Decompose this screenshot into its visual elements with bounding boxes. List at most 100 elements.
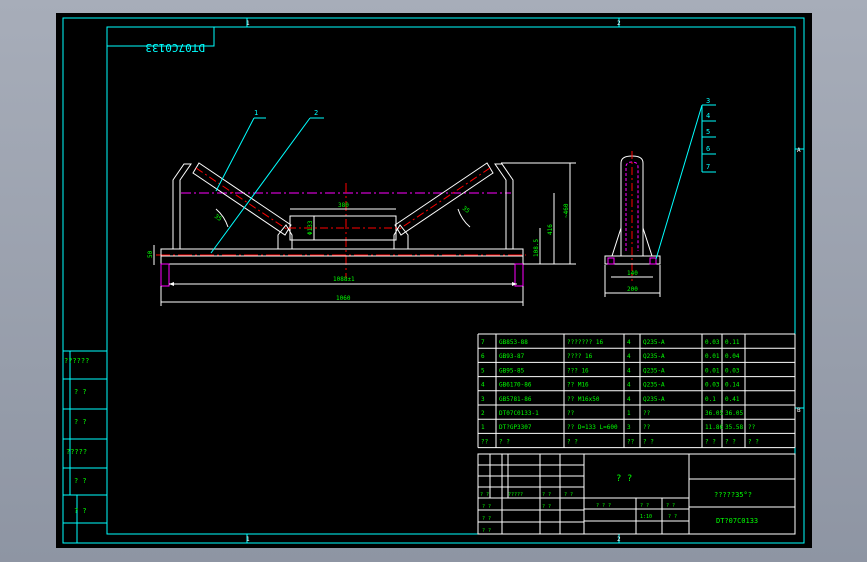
table-cell-name: ?? M16 <box>567 382 589 389</box>
left-bracket <box>172 163 192 249</box>
table-cell-no: 6 <box>481 353 485 360</box>
leader-3 <box>655 104 703 260</box>
table-cell-code: GB6170-86 <box>499 382 532 389</box>
table-cell-no: 5 <box>481 367 485 374</box>
balloon-7: 7 <box>706 163 710 171</box>
table-cell-name: ?? D=133 L=600 <box>567 424 618 431</box>
right-bracket <box>494 163 514 249</box>
drawing-canvas: 1 2 1 2 A B DT07C0133 ?????? ? ? ? ? ???… <box>62 17 805 544</box>
angle-text-right: 35 <box>461 205 471 215</box>
table-cell-total_wt: 0.03 <box>725 367 740 374</box>
table-cell-material: Q235-A <box>643 367 665 374</box>
table-cell-no: 2 <box>481 410 485 417</box>
table-cell-unit_wt: 36.05 <box>705 410 723 417</box>
table-cell-qty: 4 <box>627 382 631 389</box>
dim-text-side-inner: 140 <box>627 270 638 277</box>
right-foot <box>514 263 524 287</box>
table-cell-unit_wt: 0.01 <box>705 353 720 360</box>
inner-frame <box>106 26 796 535</box>
table-cell-unit_wt: 0.1 <box>705 396 716 403</box>
table-header-material: ? ? <box>643 438 654 445</box>
zone-number-bottom-2: 2 <box>617 536 621 543</box>
table-cell-name: ??????? 16 <box>567 339 604 346</box>
tb-small-6: ? ? <box>482 516 491 522</box>
table-cell-qty: 3 <box>627 424 631 431</box>
title-block: ? ? ?????35°? DT?07C0133 ? ? ? ? 1:10 ? … <box>477 453 796 535</box>
scale-value: 1:10 <box>640 514 652 520</box>
table-cell-total_wt: 0.41 <box>725 396 740 403</box>
table-cell-qty: 4 <box>627 367 631 374</box>
title-block-description: ?????35°? <box>714 491 752 499</box>
table-cell-total_wt: 0.11 <box>725 339 740 346</box>
table-cell-qty: 4 <box>627 353 631 360</box>
table-header-no: ?? <box>481 438 489 445</box>
table-cell-material: ?? <box>643 410 651 417</box>
front-view: 1088±1 1060 380 Φ133 50 35 35 ~460 416 1… <box>147 109 576 306</box>
stamp-text-5: ? ? <box>74 477 87 485</box>
table-cell-no: 3 <box>481 396 485 403</box>
dim-text-right-inner: 108.5 <box>533 239 540 257</box>
table-cell-code: GB93-87 <box>499 353 525 360</box>
table-header-total_wt: ? ? <box>725 438 736 445</box>
table-cell-material: ?? <box>643 424 651 431</box>
table-cell-total_wt: 36.05 <box>725 410 743 417</box>
left-stamp-column: ?????? ? ? ? ? ????? ? ? ? ? <box>63 350 107 543</box>
balloon-1: 1 <box>254 109 258 117</box>
drawing-sheet: 1 2 1 2 A B DT07C0133 ?????? ? ? ? ? ???… <box>56 13 812 548</box>
table-cell-code: GB95-85 <box>499 367 525 374</box>
table-header-qty: ?? <box>627 438 635 445</box>
table-header-name: ? ? <box>567 438 578 445</box>
tb-small-2: ????? <box>508 492 523 498</box>
table-cell-material: Q235-A <box>643 339 665 346</box>
tb-small-3: ? ? <box>542 492 551 498</box>
zone-number-top-1: 1 <box>246 20 250 27</box>
stamp-text-6: ? ? <box>74 507 87 515</box>
leader-2 <box>210 117 311 254</box>
tb-small-1: ? ? <box>480 492 489 498</box>
stamp-text-1: ?????? <box>64 357 89 365</box>
approve-label: ? ? ? <box>596 503 611 509</box>
table-cell-name: ??? 16 <box>567 367 589 374</box>
tb-small-4: ? ? <box>564 492 573 498</box>
sheet-value: ? ? <box>668 514 677 520</box>
table-cell-code: GB5781-86 <box>499 396 532 403</box>
side-bolt-right <box>649 257 657 265</box>
table-header-code: ? ? <box>499 438 510 445</box>
title-block-drawing-no: DT?07C0133 <box>716 517 758 525</box>
table-cell-qty: 4 <box>627 339 631 346</box>
dim-text-right-mid: 416 <box>547 224 554 235</box>
stamp-text-4: ????? <box>66 448 87 456</box>
dim-text-top-overall: 1088±1 <box>333 276 355 283</box>
table-cell-no: 1 <box>481 424 485 431</box>
zone-number-top-2: 2 <box>617 20 621 27</box>
table-cell-unit_wt: 0.03 <box>705 339 720 346</box>
table-cell-code: GB853-88 <box>499 339 528 346</box>
table-cell-qty: 4 <box>627 396 631 403</box>
table-cell-total_wt: 0.04 <box>725 353 740 360</box>
left-roller-axis <box>195 167 289 231</box>
right-roller-axis <box>397 167 491 231</box>
scale-label: ? ? <box>640 503 649 509</box>
tb-small-7: ? ? <box>482 528 491 534</box>
zone-number-bottom-1: 1 <box>246 536 250 543</box>
parts-table: 7 GB853-88??????? 16 4 Q235-A 0.03 0.116 GB93-… <box>477 333 796 449</box>
table-cell-name: ???? 16 <box>567 353 593 360</box>
side-bolt-left <box>607 257 615 265</box>
tb-small-8: ? ? <box>542 504 551 510</box>
dim-text-right-outer: ~460 <box>563 203 570 218</box>
table-header-unit_wt: ? ? <box>705 438 716 445</box>
table-cell-total_wt: 0.14 <box>725 382 740 389</box>
stamp-text-2: ? ? <box>74 388 87 396</box>
dim-text-side-outer: 200 <box>627 286 638 293</box>
leader-1 <box>215 117 255 192</box>
balloon-6: 6 <box>706 145 710 153</box>
balloon-5: 5 <box>706 128 710 136</box>
table-cell-note: ?? <box>748 424 756 431</box>
table-header-note: ? ? <box>748 438 759 445</box>
balloon-4: 4 <box>706 112 710 120</box>
table-cell-no: 7 <box>481 339 485 346</box>
zone-letter-b: B <box>797 407 801 414</box>
table-cell-material: Q235-A <box>643 353 665 360</box>
table-cell-no: 4 <box>481 382 485 389</box>
table-cell-unit_wt: 0.01 <box>705 367 720 374</box>
